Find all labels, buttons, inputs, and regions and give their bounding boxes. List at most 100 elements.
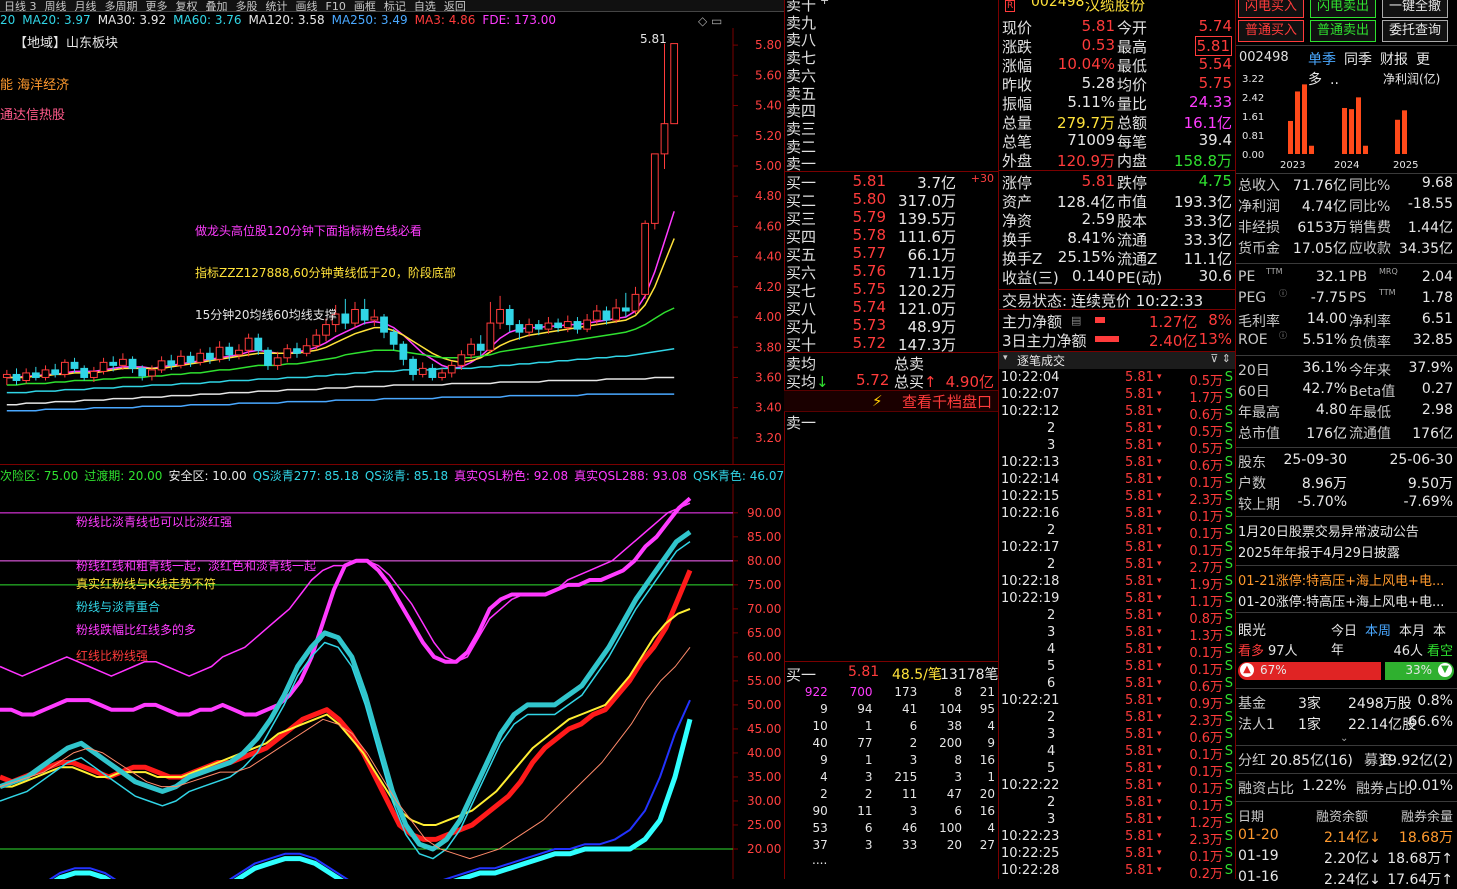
limit-up-news[interactable]: 01-20涨停:特高压+海上风电+电... — [1238, 591, 1444, 610]
indicator-chart[interactable]: 90.00 85.00 80.00 75.00 70.00 65.00 60.00 55.00… — [0, 484, 784, 879]
depth-link-row[interactable]: ⚡ 查看千档盘口 — [784, 390, 998, 412]
expand-icon[interactable]: + — [820, 0, 829, 7]
candle — [70, 361, 79, 369]
tick-row: 6 5.81 ▾ 0.6万 S — [1047, 676, 1233, 695]
toolbar-item[interactable]: F10 — [322, 1, 350, 11]
toolbar-item[interactable]: 标记 — [380, 1, 410, 11]
sell-level-row[interactable]: 卖一 — [784, 153, 998, 173]
sell1-queue: 卖一 — [786, 414, 817, 432]
y-tick-label: 4.00 — [755, 310, 782, 324]
y-tick-label: 3.60 — [755, 370, 782, 384]
notice-link[interactable]: 1月20日股票交易异常波动公告 — [1238, 521, 1419, 540]
buy-level-row[interactable]: 买四 5.78 111.6万 — [784, 226, 998, 246]
buy-level-row[interactable]: 买九 5.73 48.9万 — [784, 316, 998, 336]
trade-button[interactable]: 一键全撤 — [1382, 0, 1448, 18]
ma-value: MA60: 3.76 — [173, 13, 242, 27]
doc-icon: ▤ — [1071, 314, 1082, 327]
buy-level-row[interactable]: 买七 5.75 120.2万 — [784, 280, 998, 300]
sell-level-row[interactable]: 卖二 — [784, 136, 998, 156]
fin-tab[interactable]: 财报 — [1380, 52, 1408, 68]
fin-row: 非经损 6153万 销售费 1.44亿 — [1238, 220, 1453, 236]
toolbar-item[interactable]: 月线 — [71, 1, 101, 11]
queue-row: 2 2 11 47 20 — [820, 786, 995, 801]
toolbar-item[interactable]: 统计 — [262, 1, 292, 11]
chart-panel[interactable]: 日线 3 周线 月线 多周期 更多 复权 叠加 多股 统计 画线 F10 画框 标记 自选 返回 20 MA2… — [0, 0, 785, 879]
fin-tab[interactable]: 同季 — [1344, 52, 1372, 68]
sell-level-row[interactable]: 卖七 — [784, 47, 998, 67]
tick-direction-icon: ▾ — [1157, 559, 1162, 569]
indicator-value: 次险区: 75.00 — [0, 469, 79, 483]
candlestick-chart[interactable]: 5.80 5.60 5.40 5.20 5.00 4.80 4.60 4.40 4.20 4.00… — [0, 28, 784, 465]
vision-tab[interactable]: 今日 — [1331, 624, 1357, 639]
trade-button[interactable]: 委托查询 — [1382, 20, 1448, 42]
tick-row: 10:22:13 5.81 ▾ 0.6万 S — [1001, 455, 1233, 474]
tick-row: 10:22:12 5.81 ▾ 0.6万 S — [1001, 404, 1233, 423]
indicator-line — [0, 540, 691, 860]
collapse-icon[interactable]: ▾ — [1003, 353, 1008, 363]
vision-tab[interactable]: 本月 — [1399, 624, 1425, 639]
candle — [2, 373, 11, 378]
notice-link[interactable]: 2025年年报于4月29日披露 — [1238, 542, 1400, 561]
sell-level-row[interactable]: 卖五 — [784, 83, 998, 103]
vision-tab[interactable]: 本周 — [1365, 624, 1391, 639]
profit-bar — [1288, 120, 1293, 154]
toolbar-item[interactable]: 返回 — [440, 1, 470, 11]
tick-direction-icon: ▾ — [1157, 508, 1162, 518]
valuation-row: PEG ⓘ -7.75 PS TTM 1.78 — [1238, 288, 1453, 306]
toolbar-item[interactable]: 多周期 — [101, 1, 142, 11]
buy-level-row[interactable]: 买三 5.79 139.5万 — [784, 208, 998, 228]
sell-level-row[interactable]: 卖九 — [784, 12, 998, 32]
diamond-icon[interactable]: ◇ ▭ — [698, 14, 722, 28]
chevron-down-icon[interactable]: ⌄ — [1340, 733, 1348, 744]
trade-button[interactable]: 闪电买入 — [1238, 0, 1304, 18]
sell-level-row[interactable]: 卖四 — [784, 100, 998, 120]
toolbar-item[interactable]: 更多 — [142, 1, 172, 11]
side-flag: S — [1224, 506, 1233, 521]
main-flow-3d-row: 3日主力净额 2.40亿 13% — [1002, 330, 1232, 350]
fin-tab[interactable]: 单季 — [1308, 52, 1336, 68]
buy-level-row[interactable]: 买一 5.81 3.7亿 +30 — [784, 172, 998, 192]
toolbar-item[interactable]: 画线 — [292, 1, 322, 11]
toolbar-item[interactable]: 日线 3 — [0, 1, 41, 11]
toolbar-item[interactable]: 自选 — [410, 1, 440, 11]
depth-link[interactable]: 查看千档盘口 — [902, 391, 992, 412]
sell-level-row[interactable]: 卖六 — [784, 65, 998, 85]
filter-icon[interactable]: ⊽ ⇕ — [1210, 352, 1231, 365]
buy-level-row[interactable]: 买二 5.80 317.0万 — [784, 190, 998, 210]
toolbar-item[interactable]: 复权 — [172, 1, 202, 11]
tick-direction-icon: ▾ — [1157, 729, 1162, 739]
main-flow-row: 主力净额 ▤ 1.27亿 8% — [1002, 311, 1232, 331]
candle — [525, 324, 533, 333]
tick-direction-icon: ▾ — [1157, 848, 1162, 858]
buy1-queue-header: 买一 5.81 48.5/笔 13178笔 — [786, 664, 999, 684]
y-tick-label: 4.20 — [755, 280, 782, 294]
performance-row: 60日 42.7% Beta值 0.27 — [1238, 381, 1453, 400]
trade-button[interactable]: 普通卖出 — [1310, 20, 1376, 42]
toolbar-item[interactable]: 多股 — [232, 1, 262, 11]
limit-up-news[interactable]: 01-21涨停:特高压+海上风电+电... — [1238, 570, 1444, 589]
tick-list[interactable]: 10:22:04 5.81 ▾ 0.5万 S 10:22:07 5.81 ▾ 1.7万 S 10:2… — [999, 370, 1235, 879]
buy-level-row[interactable]: 买十 5.72 147.3万 — [784, 334, 998, 354]
candle — [109, 361, 118, 366]
buy-level-row[interactable]: 买六 5.76 71.1万 — [784, 262, 998, 282]
trade-button[interactable]: 普通买入 — [1238, 20, 1304, 42]
tick-direction-icon: ▾ — [1157, 712, 1162, 722]
sell-level-row[interactable]: 卖八 — [784, 29, 998, 49]
toolbar-item[interactable]: 画框 — [350, 1, 380, 11]
buy-level-row[interactable]: 买五 5.77 66.1万 — [784, 244, 998, 264]
trade-button[interactable]: 闪电卖出 — [1310, 0, 1376, 18]
candle — [148, 369, 156, 377]
ticks-header[interactable]: ▾ 逐笔成交 ⊽ ⇕ — [999, 351, 1235, 369]
performance-row: 总市值 176亿 流通值 176亿 — [1238, 426, 1453, 442]
tick-direction-icon: ▾ — [1157, 576, 1162, 586]
candle — [341, 313, 350, 324]
sell-level-row[interactable]: 卖三 — [784, 118, 998, 138]
bull-bar: ▲ 67% — [1238, 662, 1381, 680]
sell-level-row[interactable]: 卖十 + — [784, 0, 998, 14]
tick-direction-icon: ▾ — [1157, 457, 1162, 467]
toolbar-item[interactable]: 叠加 — [202, 1, 232, 11]
toolbar-item[interactable]: 周线 — [41, 1, 71, 11]
profit-bar — [1309, 145, 1314, 154]
x-tick-label: 2025 — [1393, 160, 1418, 171]
buy-level-row[interactable]: 买八 5.74 121.0万 — [784, 298, 998, 318]
